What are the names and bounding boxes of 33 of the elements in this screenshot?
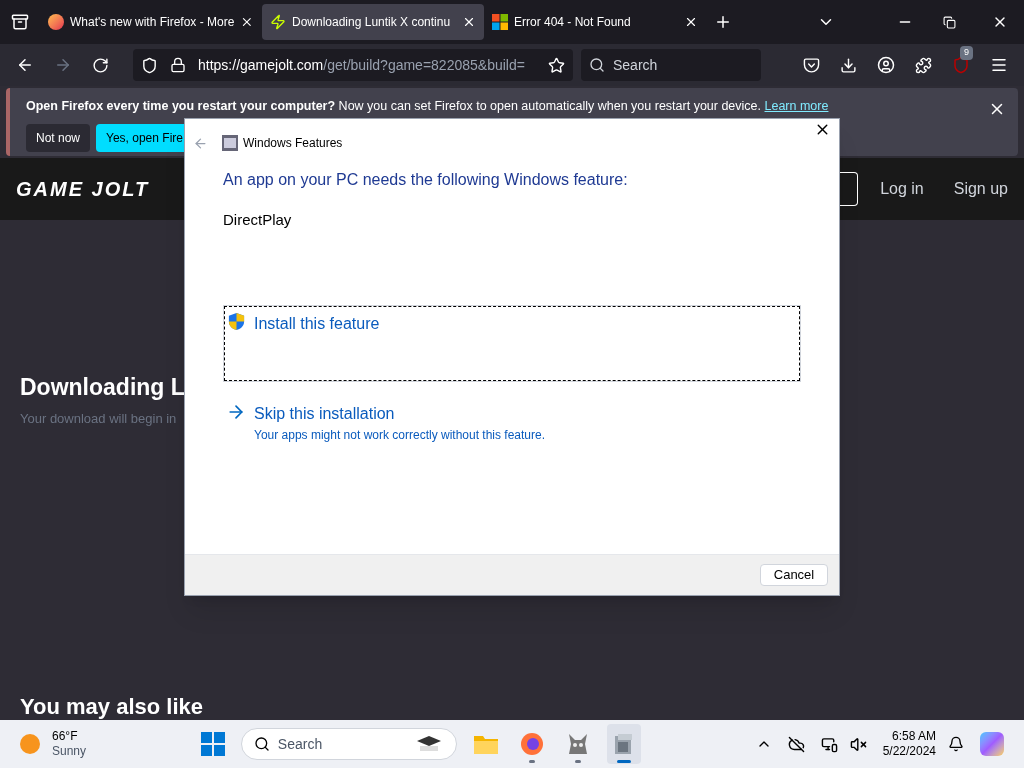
option-note: Your apps might not work correctly without this feature.	[254, 426, 546, 444]
taskbar-search[interactable]: Search	[240, 728, 457, 760]
count-badge: 9	[960, 46, 973, 60]
install-option[interactable]: Install this feature	[224, 305, 800, 381]
tab-title: What's new with Firefox - More	[70, 14, 235, 31]
dialog-question: An app on your PC needs the following Windows feature:	[223, 170, 629, 190]
skip-option[interactable]: Skip this installation Your apps might not work correctly without this feature.	[224, 396, 800, 446]
browser-tab[interactable]: Error 404 - Not Found	[484, 4, 706, 40]
not-now-button[interactable]: Not now	[26, 123, 91, 152]
browser-tab[interactable]: Downloading Luntik X continu	[262, 4, 484, 40]
nav-link[interactable]: Log in	[880, 177, 924, 201]
cancel-button[interactable]: Cancel	[760, 564, 828, 586]
learn-more-link[interactable]: Learn more	[764, 99, 829, 113]
temperature-text: 66°F	[52, 729, 79, 744]
section-heading: You may also like	[20, 694, 203, 720]
option-label: Install this feature	[254, 313, 380, 334]
tab-title: Downloading Luntik X continu	[292, 14, 452, 31]
clock-time[interactable]: 6:58 AM	[882, 729, 936, 744]
dialog-title: Windows Features	[243, 135, 343, 152]
weather-text: Sunny	[52, 744, 87, 759]
feature-name: DirectPlay	[223, 210, 293, 230]
notification-text: Open Firefox every time you restart your computer? Now you can set Firefox to open automatically when you restart your device. Learn more	[26, 98, 829, 115]
option-label: Skip this installation	[254, 403, 396, 424]
search-field[interactable]: Search	[581, 49, 761, 81]
page-heading: Downloading L	[20, 373, 185, 402]
tab-title: Error 404 - Not Found	[514, 14, 632, 31]
url-text: https://gamejolt.com/get/build?game=822085&build=	[198, 55, 526, 75]
nav-link[interactable]: Sign up	[953, 177, 1008, 201]
browser-tab[interactable]: What's new with Firefox - More	[40, 4, 262, 40]
page-subtext: Your download will begin in	[20, 409, 177, 428]
clock-date[interactable]: 5/22/2024	[882, 744, 936, 759]
site-logo[interactable]: GAME JOLT	[16, 174, 150, 204]
address-bar[interactable]: https://gamejolt.com/get/build?game=822085&build=	[133, 49, 573, 81]
